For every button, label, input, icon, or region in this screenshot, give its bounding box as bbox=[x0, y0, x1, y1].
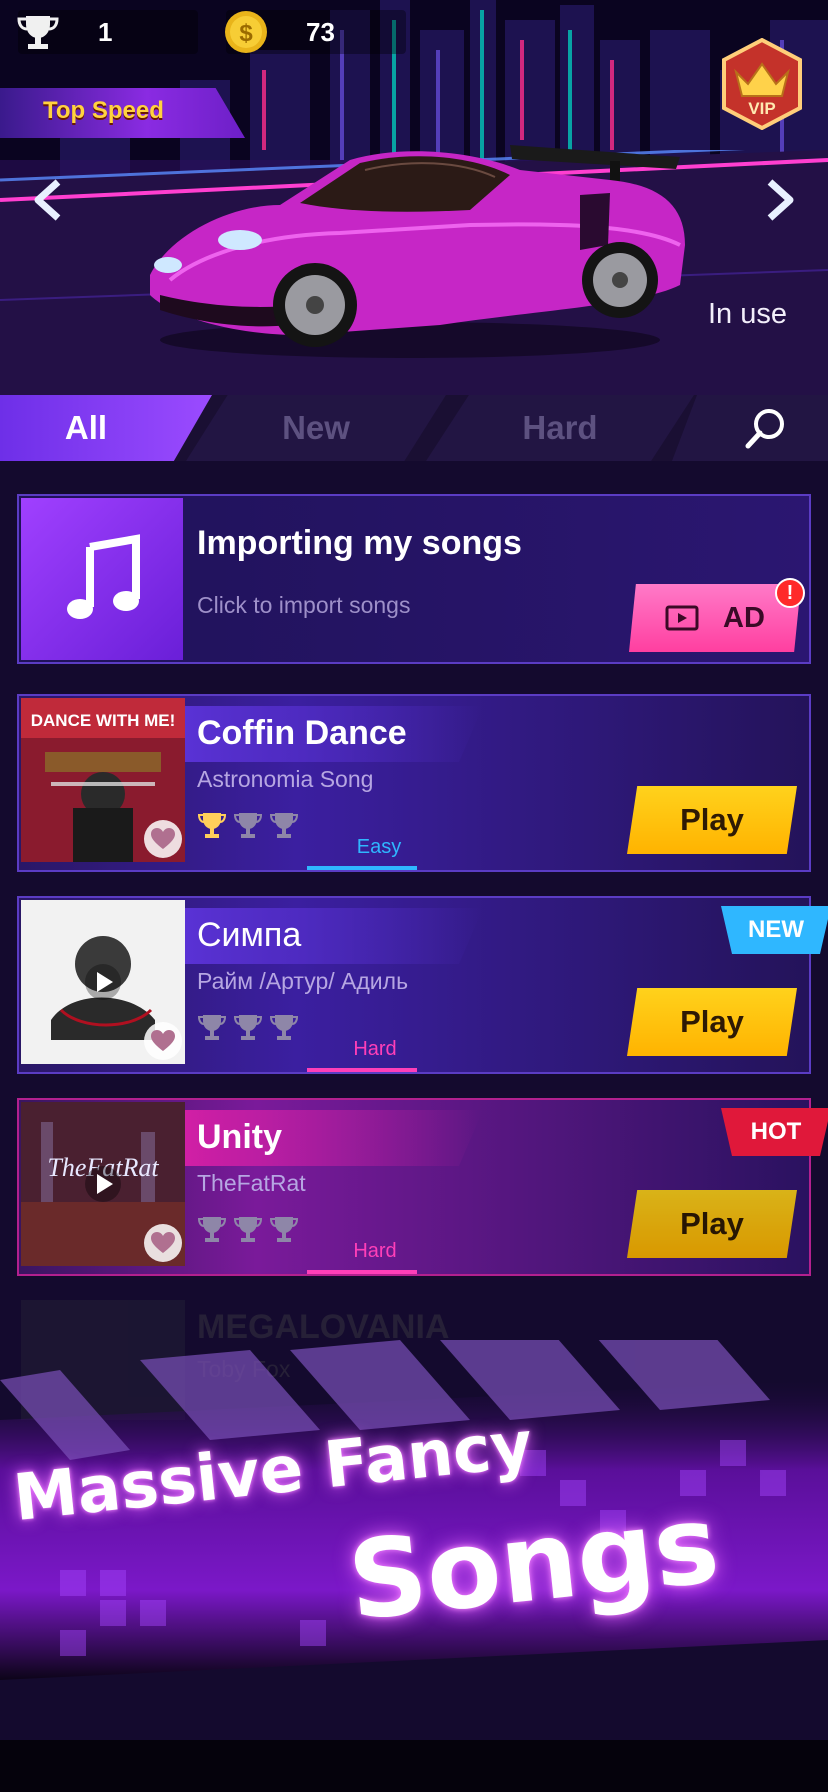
song-artist: TheFatRat bbox=[197, 1170, 306, 1196]
cover-text: DANCE WITH ME! bbox=[31, 711, 175, 730]
search-icon bbox=[745, 409, 784, 449]
play-button-label: Play bbox=[680, 1206, 744, 1241]
car-tag-label: Top Speed bbox=[43, 97, 164, 124]
empty-trophy-icon bbox=[269, 1217, 299, 1242]
import-title: Importing my songs bbox=[197, 524, 522, 562]
trophy-progress bbox=[197, 810, 299, 842]
play-button[interactable]: Play bbox=[627, 1190, 797, 1258]
new-badge: NEW bbox=[721, 906, 828, 954]
song-artist: Astronomia Song bbox=[197, 766, 374, 792]
play-button[interactable]: Play bbox=[627, 988, 797, 1056]
difficulty-label: Hard bbox=[353, 1038, 397, 1060]
song-card-simpa[interactable]: Симпа Райм /Артур/ Адиль Hard NEW Play bbox=[17, 896, 828, 1074]
alert-badge: ! bbox=[775, 578, 805, 608]
search-button[interactable] bbox=[672, 395, 828, 461]
trophy-progress bbox=[197, 1214, 299, 1246]
video-icon bbox=[665, 605, 699, 631]
music-note-icon bbox=[67, 534, 140, 619]
empty-trophy-icon bbox=[269, 813, 299, 838]
tab-new-label: New bbox=[282, 409, 350, 446]
new-badge-label: NEW bbox=[748, 916, 804, 943]
empty-trophy-icon bbox=[197, 1015, 227, 1040]
empty-trophy-icon bbox=[233, 813, 263, 838]
hot-badge: HOT bbox=[721, 1108, 828, 1156]
vip-label: VIP bbox=[748, 99, 775, 118]
song-card-unity[interactable]: TheFatRat Unity TheFatRat Hard HOT Play bbox=[17, 1098, 828, 1276]
empty-trophy-icon bbox=[233, 1217, 263, 1242]
car-status-label: In use bbox=[708, 298, 787, 330]
play-button-label: Play bbox=[680, 802, 744, 837]
currency-bar: 1 $ 73 bbox=[17, 10, 434, 54]
difficulty-label: Hard bbox=[353, 1240, 397, 1262]
trophy-counter: 1 bbox=[17, 10, 198, 54]
play-button-label: Play bbox=[680, 1004, 744, 1039]
car-showcase: 1 $ 73 Top Speed VIP In use bbox=[0, 0, 828, 395]
difficulty-label: Easy bbox=[356, 836, 402, 858]
song-title: Unity bbox=[197, 1118, 282, 1156]
gold-trophy-icon bbox=[197, 813, 227, 838]
next-car-arrow-icon[interactable] bbox=[762, 178, 798, 222]
tab-hard[interactable]: Hard bbox=[426, 395, 694, 461]
favorite-heart-icon[interactable] bbox=[144, 1224, 182, 1262]
difficulty-underline bbox=[307, 1270, 417, 1274]
song-filter-tabs: All New Hard bbox=[0, 395, 828, 461]
favorite-heart-icon[interactable] bbox=[144, 1022, 182, 1060]
difficulty-underline bbox=[307, 866, 417, 870]
empty-trophy-icon bbox=[197, 1217, 227, 1242]
coin-count: 73 bbox=[306, 16, 335, 47]
import-songs-card[interactable]: Importing my songs Click to import songs… bbox=[17, 494, 811, 664]
sports-car-image[interactable] bbox=[140, 135, 700, 365]
tab-new[interactable]: New bbox=[186, 395, 446, 461]
ad-button-label: AD bbox=[723, 601, 765, 634]
song-artist: Райм /Артур/ Адиль bbox=[197, 968, 409, 994]
coin-counter: $ 73 bbox=[225, 10, 406, 54]
svg-text:$: $ bbox=[239, 20, 253, 47]
trophy-progress bbox=[197, 1012, 299, 1044]
play-button[interactable]: Play bbox=[627, 786, 797, 854]
trophy-icon bbox=[17, 16, 59, 49]
hot-badge-label: HOT bbox=[750, 1118, 802, 1145]
tab-all-label: All bbox=[64, 409, 108, 446]
trophy-count: 1 bbox=[98, 16, 113, 47]
tab-hard-label: Hard bbox=[522, 409, 598, 446]
tab-all[interactable]: All bbox=[0, 395, 212, 461]
coin-icon: $ bbox=[225, 11, 267, 53]
car-tag: Top Speed bbox=[0, 88, 245, 138]
favorite-heart-icon[interactable] bbox=[144, 820, 182, 858]
vip-crown-icon[interactable]: VIP bbox=[716, 38, 808, 130]
empty-trophy-icon bbox=[233, 1015, 263, 1040]
song-card-coffin-dance[interactable]: DANCE WITH ME! Coffin Dance Astronomia S… bbox=[17, 694, 811, 872]
import-subtitle: Click to import songs bbox=[197, 592, 411, 618]
difficulty-underline bbox=[307, 1068, 417, 1072]
song-title: Coffin Dance bbox=[197, 714, 407, 752]
previous-car-arrow-icon[interactable] bbox=[30, 178, 66, 222]
song-title: Симпа bbox=[197, 916, 302, 954]
import-thumbnail bbox=[21, 498, 183, 660]
empty-trophy-icon bbox=[269, 1015, 299, 1040]
